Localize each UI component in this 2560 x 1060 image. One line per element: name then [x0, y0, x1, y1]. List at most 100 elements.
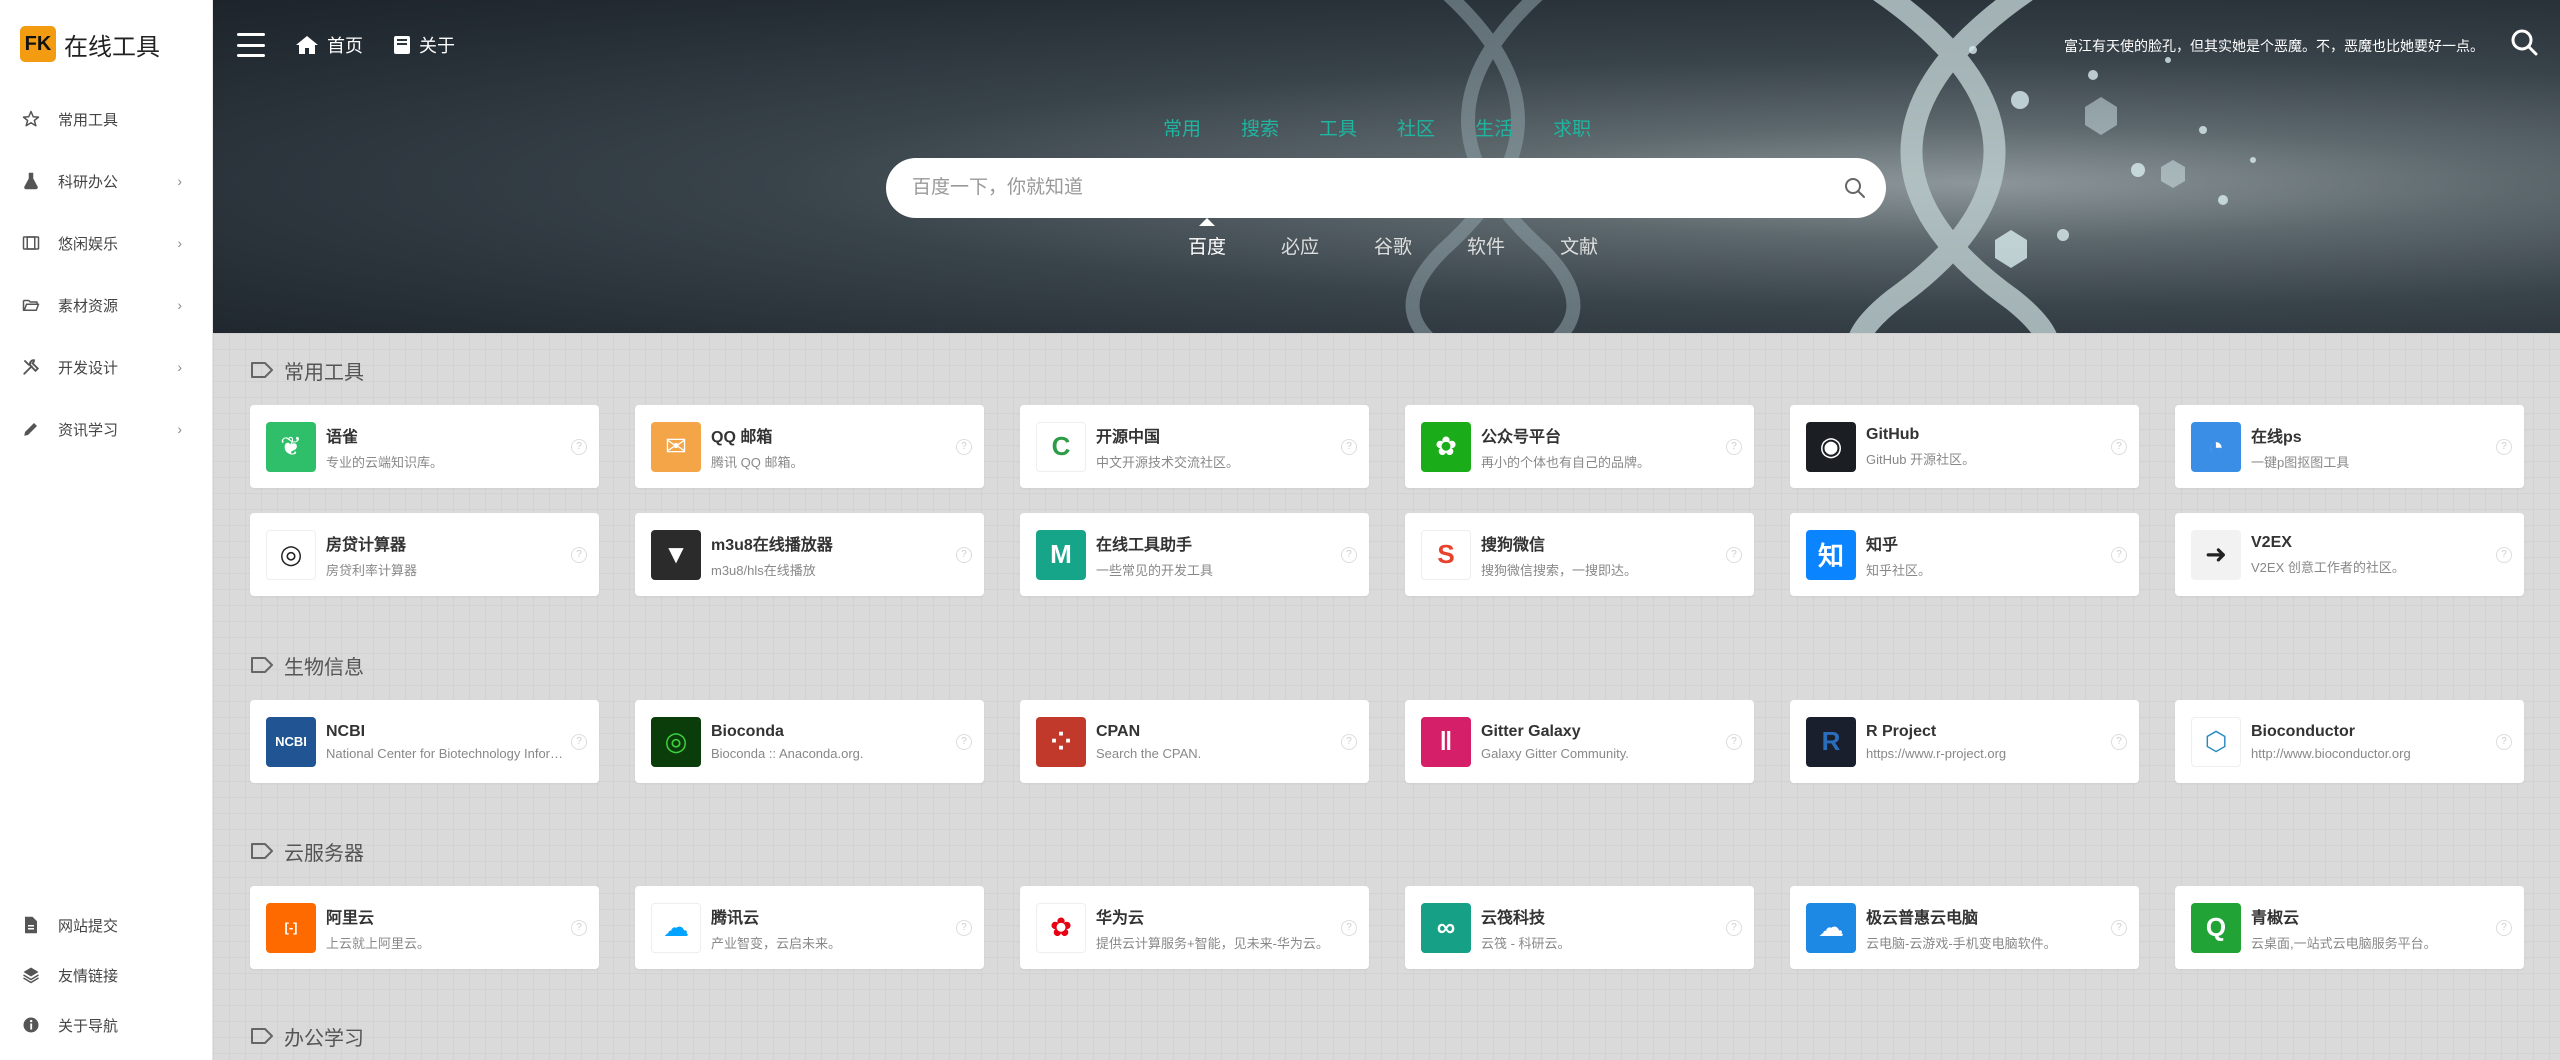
info-icon[interactable]: ?: [2111, 546, 2127, 563]
info-icon[interactable]: ?: [1726, 546, 1742, 563]
section-0: 常用工具 ❦ 语雀 专业的云端知识库。? ✉ QQ 邮箱 腾讯 QQ 邮箱。? C 开源中国 中文…: [250, 355, 2524, 596]
site-card[interactable]: ☁ 极云普惠云电脑 云电脑-云游戏-手机变电脑软件。?: [1790, 886, 2139, 969]
site-card[interactable]: ◎ 房贷计算器 房贷利率计算器?: [250, 513, 599, 596]
sidebar-item-2[interactable]: 悠闲娱乐 ›: [0, 212, 212, 274]
card-text: 极云普惠云电脑 云电脑-云游戏-手机变电脑软件。: [1866, 904, 2105, 952]
search-engine-tab[interactable]: 百度: [1188, 218, 1226, 259]
sidebar-item-0[interactable]: 常用工具: [0, 88, 212, 150]
info-icon[interactable]: ?: [956, 438, 972, 455]
info-icon[interactable]: ?: [1341, 438, 1357, 455]
info-icon[interactable]: ?: [1726, 919, 1742, 936]
info-icon[interactable]: ?: [956, 733, 972, 750]
site-card[interactable]: M 在线工具助手 一些常见的开发工具?: [1020, 513, 1369, 596]
search-icon: [2511, 29, 2538, 56]
search-category-tab[interactable]: 搜索: [1241, 114, 1279, 141]
site-card[interactable]: ❦ 语雀 专业的云端知识库。?: [250, 405, 599, 488]
search-category-tab[interactable]: 常用: [1163, 114, 1201, 141]
logo[interactable]: FK 在线工具: [0, 0, 212, 88]
info-icon[interactable]: ?: [1341, 546, 1357, 563]
sidebar-item-label: 悠闲娱乐: [58, 235, 119, 253]
info-icon[interactable]: ?: [2111, 438, 2127, 455]
search-category-tab[interactable]: 工具: [1319, 114, 1357, 141]
info-icon[interactable]: ?: [571, 919, 587, 936]
site-card[interactable]: ⬡ Bioconductor http://www.bioconductor.org…: [2175, 700, 2524, 783]
site-logo-icon: ▼: [651, 529, 701, 580]
info-icon[interactable]: ?: [571, 438, 587, 455]
card-title: NCBI: [326, 722, 366, 740]
sidebar-item-5[interactable]: 资讯学习 ›: [0, 398, 212, 460]
search-engine-tab[interactable]: 谷歌: [1374, 232, 1412, 259]
section-1: 生物信息 NCBI NCBI National Center for Biotechn…: [250, 650, 2524, 783]
site-card[interactable]: [-] 阿里云 上云就上阿里云。?: [250, 886, 599, 969]
site-card[interactable]: ▼ m3u8在线播放器 m3u8/hls在线播放?: [635, 513, 984, 596]
info-icon[interactable]: ?: [1341, 733, 1357, 750]
card-text: GitHub GitHub 开源社区。: [1866, 426, 2105, 468]
search-submit-icon[interactable]: [1844, 177, 1866, 199]
info-icon[interactable]: ?: [571, 733, 587, 750]
header-search-button[interactable]: [2510, 28, 2538, 61]
site-card[interactable]: ⁘ CPAN Search the CPAN.?: [1020, 700, 1369, 783]
site-logo-icon: C: [1036, 421, 1086, 472]
search-engine-tab[interactable]: 软件: [1467, 232, 1505, 259]
film-icon: [22, 234, 40, 252]
sidebar-bottom-item-0[interactable]: 网站提交: [0, 900, 212, 950]
sidebar-item-4[interactable]: 开发设计 ›: [0, 336, 212, 398]
card-grid: NCBI NCBI National Center for Biotechnolog…: [250, 700, 2524, 783]
info-icon[interactable]: ?: [2496, 546, 2512, 563]
site-card[interactable]: NCBI NCBI National Center for Biotechnolog…: [250, 700, 599, 783]
info-icon[interactable]: ?: [2111, 733, 2127, 750]
site-logo-icon: ➜: [2191, 529, 2241, 580]
card-title: Gitter Galaxy: [1481, 722, 1581, 740]
sidebar-item-1[interactable]: 科研办公 ›: [0, 150, 212, 212]
site-card[interactable]: ➜ V2EX V2EX 创意工作者的社区。?: [2175, 513, 2524, 596]
card-description: 搜狗微信搜索，一搜即达。: [1481, 562, 1638, 578]
chevron-right-icon: ›: [177, 359, 182, 375]
search-engine-tab[interactable]: 文献: [1560, 232, 1598, 259]
menu-toggle-button[interactable]: [237, 33, 265, 57]
info-icon[interactable]: ?: [1726, 733, 1742, 750]
card-description: Search the CPAN.: [1096, 745, 1202, 761]
site-card[interactable]: ◎ Bioconda Bioconda :: Anaconda.org.?: [635, 700, 984, 783]
search-input[interactable]: [912, 177, 1844, 199]
site-card[interactable]: Q 青椒云 云桌面,一站式云电脑服务平台。?: [2175, 886, 2524, 969]
site-card[interactable]: ‖ Gitter Galaxy Galaxy Gitter Community.?: [1405, 700, 1754, 783]
search-category-tab[interactable]: 社区: [1397, 114, 1435, 141]
site-card[interactable]: ◔ 在线ps 一键p图抠图工具?: [2175, 405, 2524, 488]
info-icon[interactable]: ?: [571, 546, 587, 563]
sidebar-item-label: 素材资源: [58, 297, 119, 315]
sidebar-item-3[interactable]: 素材资源 ›: [0, 274, 212, 336]
home-link[interactable]: 首页: [295, 32, 363, 58]
info-icon[interactable]: ?: [956, 919, 972, 936]
info-icon[interactable]: ?: [1341, 919, 1357, 936]
home-label: 首页: [327, 36, 363, 56]
sidebar-bottom-item-1[interactable]: 友情链接: [0, 950, 212, 1000]
info-icon[interactable]: ?: [1726, 438, 1742, 455]
site-card[interactable]: S 搜狗微信 搜狗微信搜索，一搜即达。?: [1405, 513, 1754, 596]
sidebar-item-label: 开发设计: [58, 359, 119, 377]
info-icon[interactable]: ?: [2496, 438, 2512, 455]
site-card[interactable]: R R Project https://www.r-project.org?: [1790, 700, 2139, 783]
sidebar-bottom-item-label: 关于导航: [58, 1017, 119, 1035]
sidebar-bottom-item-2[interactable]: 关于导航: [0, 1000, 212, 1050]
site-card[interactable]: ∞ 云筏科技 云筏 - 科研云。?: [1405, 886, 1754, 969]
site-card[interactable]: C 开源中国 中文开源技术交流社区。?: [1020, 405, 1369, 488]
card-text: 语雀 专业的云端知识库。: [326, 423, 565, 471]
site-card[interactable]: ☁ 腾讯云 产业智变，云启未来。?: [635, 886, 984, 969]
site-card[interactable]: ◉ GitHub GitHub 开源社区。?: [1790, 405, 2139, 488]
info-icon[interactable]: ?: [956, 546, 972, 563]
info-icon[interactable]: ?: [2496, 733, 2512, 750]
about-link[interactable]: 关于: [393, 32, 455, 58]
site-card[interactable]: ✉ QQ 邮箱 腾讯 QQ 邮箱。?: [635, 405, 984, 488]
card-description: 一些常见的开发工具: [1096, 562, 1214, 578]
section-2: 云服务器 [-] 阿里云 上云就上阿里云。? ☁ 腾讯云 产业智变，云启未来。? ✿ 华为云 提供…: [250, 836, 2524, 969]
site-card[interactable]: 知知乎 知乎社区。?: [1790, 513, 2139, 596]
search-engine-tab[interactable]: 必应: [1281, 232, 1319, 259]
logo-badge: FK: [20, 26, 56, 62]
search-category-tab[interactable]: 求职: [1553, 114, 1591, 141]
site-card[interactable]: ✿ 公众号平台 再小的个体也有自己的品牌。?: [1405, 405, 1754, 488]
site-card[interactable]: ✿ 华为云 提供云计算服务+智能，见未来-华为云。?: [1020, 886, 1369, 969]
search-category-tab[interactable]: 生活: [1475, 114, 1513, 141]
info-icon[interactable]: ?: [2496, 919, 2512, 936]
info-icon[interactable]: ?: [2111, 919, 2127, 936]
card-text: Bioconductor http://www.bioconductor.org: [2251, 723, 2490, 761]
